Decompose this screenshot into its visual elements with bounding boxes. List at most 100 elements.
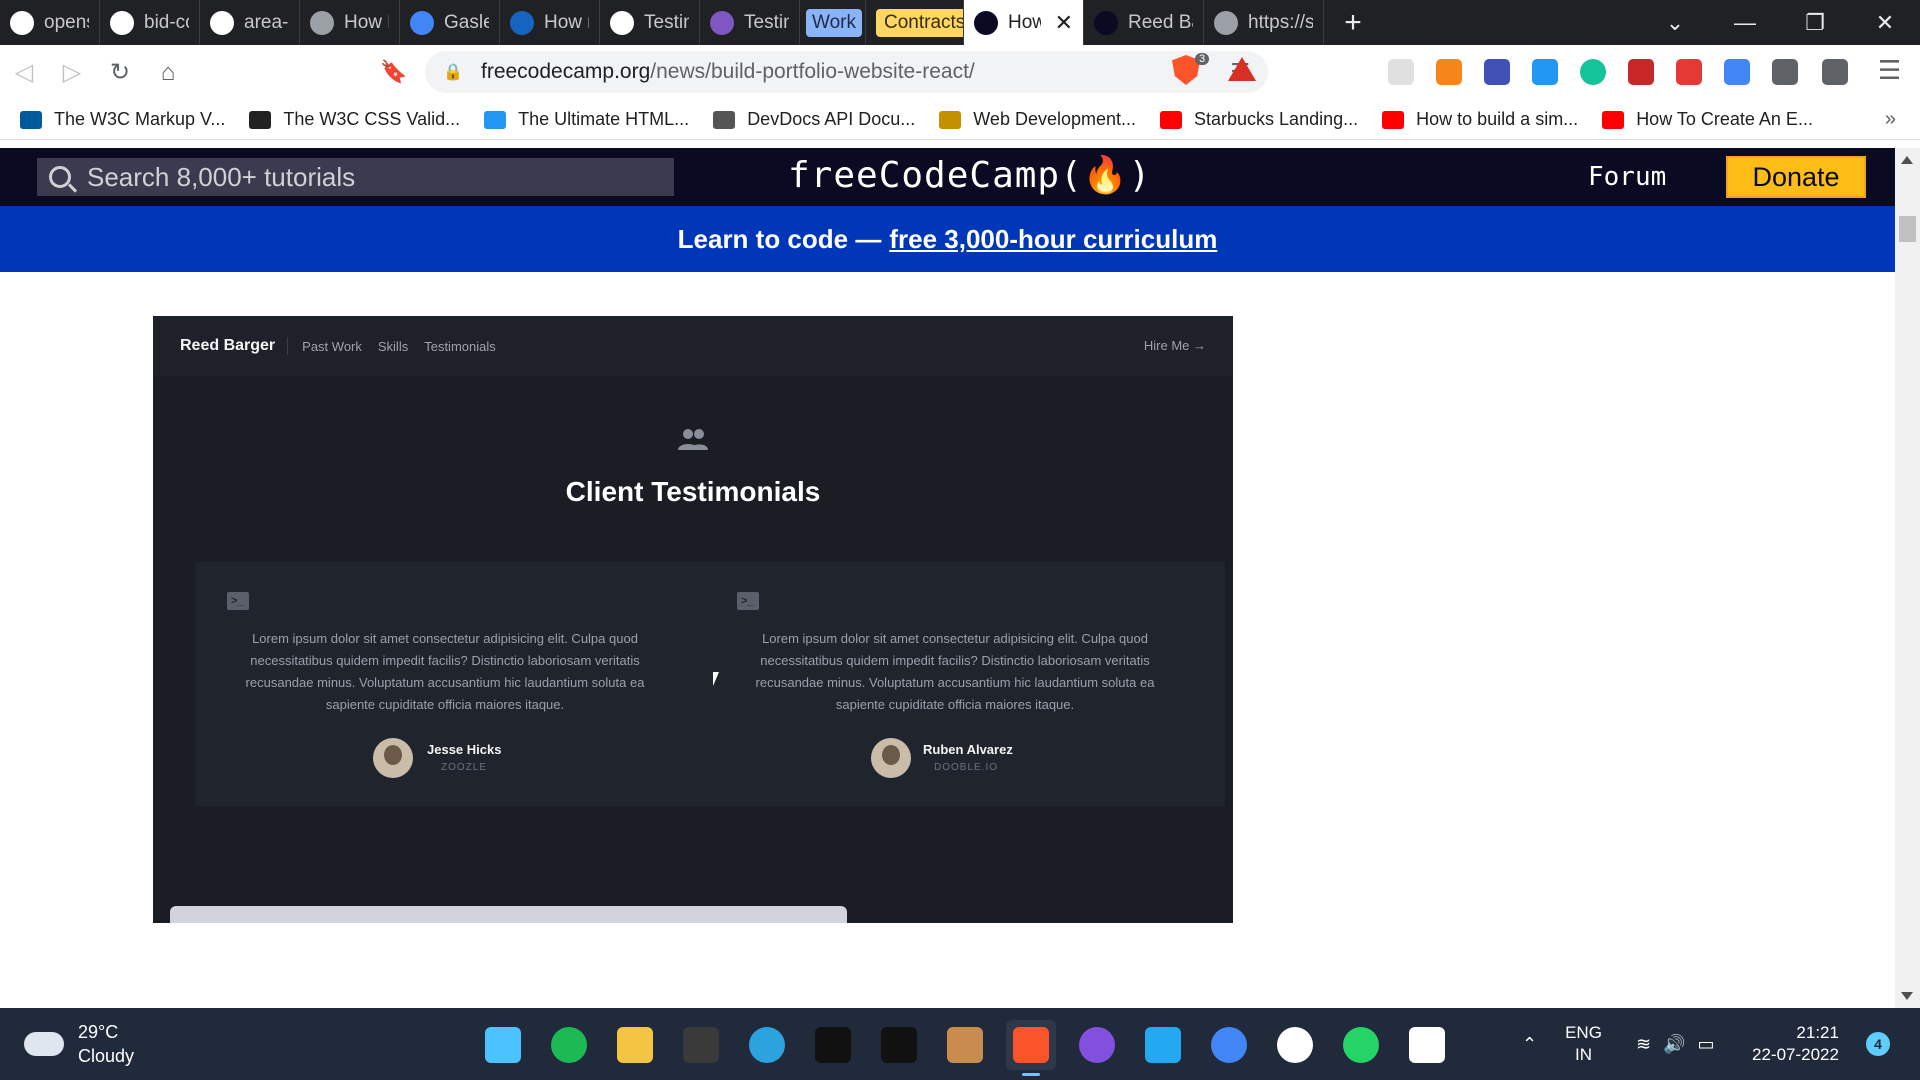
extension-pen-icon[interactable] [1532,59,1558,85]
home-button[interactable]: ⌂ [144,59,192,87]
browser-tab[interactable]: Testing [700,0,800,45]
search-input[interactable]: Search 8,000+ tutorials [37,158,674,196]
tab-group-label: Work [806,8,862,37]
bookmark-item[interactable]: The Ultimate HTML... [484,109,689,130]
app-glyph [749,1027,785,1063]
notification-badge[interactable]: 4 [1866,1032,1890,1056]
curriculum-banner: Learn to code — free 3,000-hour curricul… [0,206,1895,272]
package-icon[interactable] [940,1020,990,1070]
speedometer-icon[interactable] [676,1020,726,1070]
browser-tab[interactable]: Testing [600,0,700,45]
grammarly-icon[interactable] [1580,59,1606,85]
github-icon [110,10,134,35]
browser-tab[interactable]: opensea [0,0,100,45]
bookmark-item[interactable]: Web Development... [939,109,1136,130]
address-bar[interactable]: 🔒 freecodecamp.org/news/build-portfolio-… [425,51,1268,93]
tab-group-work[interactable]: Work [800,0,866,45]
forward-button[interactable]: ▷ [48,58,96,87]
spotify-icon[interactable] [544,1020,594,1070]
bookmark-item[interactable]: The W3C Markup V... [20,109,225,130]
bookmark-item[interactable]: How To Create An E... [1602,109,1813,130]
extension-cup-icon[interactable] [1676,59,1702,85]
url-text[interactable]: freecodecamp.org/news/build-portfolio-we… [481,60,975,84]
scroll-down-icon[interactable] [1901,992,1913,1000]
wifi-icon[interactable]: ≋ [1636,1034,1651,1055]
bookmark-item[interactable]: Starbucks Landing... [1160,109,1358,130]
bookmarks-more-icon[interactable]: » [1885,108,1896,131]
app-glyph [947,1027,983,1063]
vscode-icon[interactable] [1138,1020,1188,1070]
back-button[interactable]: ◁ [0,58,48,87]
devdocs-icon [713,110,736,129]
browser-tab[interactable]: How ✕ [964,0,1084,45]
github-desktop-icon[interactable] [1072,1020,1122,1070]
scroll-up-icon[interactable] [1901,156,1913,164]
netflix-icon[interactable] [874,1020,924,1070]
bookmark-label: DevDocs API Docu... [747,109,916,129]
search-placeholder: Search 8,000+ tutorials [87,161,356,192]
windows-start-icon[interactable] [478,1020,528,1070]
metamask-icon[interactable] [1436,59,1462,85]
browser-tab[interactable]: area-eth [200,0,300,45]
page-scrollbar[interactable] [1895,148,1920,1008]
tab-search-icon[interactable]: ⌄ [1640,10,1710,36]
tab-group-contracts[interactable]: Contracts [866,0,964,45]
w3c-css-icon [249,110,272,129]
extensions-puzzle-icon[interactable] [1772,59,1798,85]
alchemy-icon [710,10,734,35]
tab-label: Gasless [444,11,489,33]
nav-link-testimonials: Testimonials [424,338,496,354]
close-tab-icon[interactable]: ✕ [1055,10,1073,36]
tab-label: area-eth [244,11,289,33]
browser-tab[interactable]: How mu [500,0,600,45]
slack-icon[interactable] [1402,1020,1452,1070]
extension-arrow-icon[interactable] [1484,59,1510,85]
google-docs-icon [410,10,434,35]
scroll-thumb[interactable] [1899,216,1916,242]
google-translate-icon[interactable] [1724,59,1750,85]
restore-icon[interactable]: ❐ [1780,10,1850,36]
mongodb-compass-icon[interactable] [1270,1020,1320,1070]
brave-icon[interactable] [1006,1020,1056,1076]
close-window-icon[interactable]: ✕ [1850,10,1920,36]
volume-icon[interactable]: 🔊 [1663,1034,1685,1055]
browser-tab[interactable]: https://s [1204,0,1324,45]
language-line2: IN [1575,1045,1593,1064]
whatsapp-icon[interactable] [1336,1020,1386,1070]
browser-tab[interactable]: How Me [300,0,400,45]
bookmark-item[interactable]: DevDocs API Docu... [713,109,915,130]
terminal-icon[interactable] [808,1020,858,1070]
brave-rewards-icon[interactable] [1228,57,1256,81]
weather-widget[interactable]: 29°C Cloudy [24,1020,134,1068]
minimize-icon[interactable]: — [1710,10,1780,36]
curriculum-link[interactable]: free 3,000-hour curriculum [889,224,1217,255]
testimonial-name: Ruben Alvarez [923,742,1013,757]
testimonial-name: Jesse Hicks [427,742,502,757]
wallet-icon[interactable] [1822,59,1848,85]
url-domain: freecodecamp.org [481,60,651,83]
chrome-icon[interactable] [1204,1020,1254,1070]
app-glyph [1145,1027,1181,1063]
bookmark-item[interactable]: The W3C CSS Valid... [249,109,460,130]
bookmark-icon[interactable]: 🔖 [380,59,407,85]
extension-blank-icon[interactable] [1388,59,1414,85]
language-indicator[interactable]: ENG IN [1565,1022,1602,1066]
show-hidden-icons-icon[interactable]: ⌃ [1522,1034,1537,1055]
menu-icon[interactable]: ☰ [1878,55,1901,86]
terminal-icon: >_ [737,592,759,610]
donate-button[interactable]: Donate [1726,156,1866,198]
file-explorer-icon[interactable] [610,1020,660,1070]
browser-tab[interactable]: bid-cont [100,0,200,45]
browser-tab[interactable]: Reed Ba [1084,0,1204,45]
bookmark-item[interactable]: How to build a sim... [1382,109,1578,130]
new-tab-button[interactable]: + [1324,0,1382,45]
clock[interactable]: 21:21 22-07-2022 [1752,1022,1839,1066]
extension-shield-icon[interactable] [1628,59,1654,85]
freecodecamp-logo[interactable]: freeCodeCamp(🔥) [788,154,1151,196]
browser-tab[interactable]: Gasless [400,0,500,45]
telegram-icon[interactable] [742,1020,792,1070]
lock-icon[interactable]: 🔒 [443,62,467,82]
battery-icon[interactable]: ▭ [1697,1034,1714,1055]
reload-button[interactable]: ↻ [96,58,144,87]
forum-link[interactable]: Forum [1588,162,1666,192]
